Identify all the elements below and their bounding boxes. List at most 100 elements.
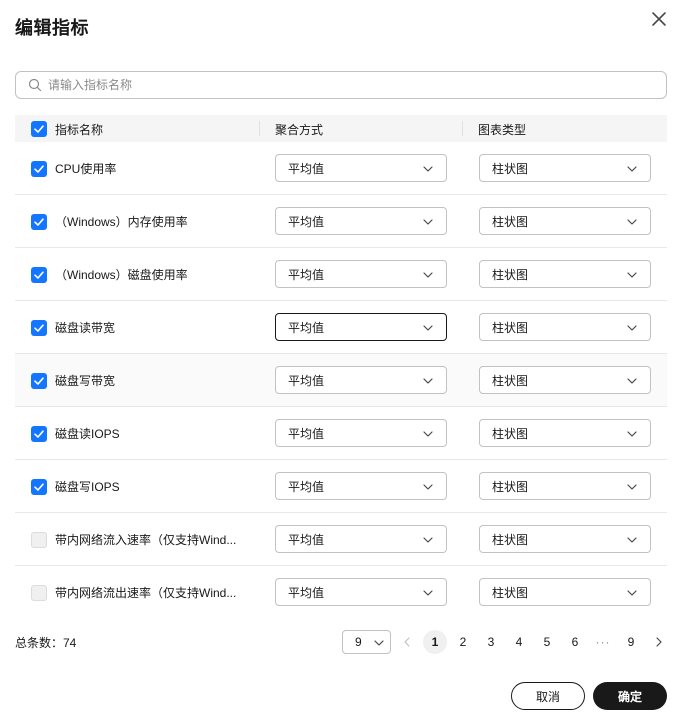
chevron-down-icon [626, 481, 638, 493]
chevron-down-icon [626, 163, 638, 175]
page-number[interactable]: 6 [563, 630, 587, 654]
page-size-select[interactable]: 9 [342, 630, 391, 654]
chevron-down-icon [422, 163, 434, 175]
chart-type-value: 柱状图 [492, 267, 529, 282]
page-number[interactable]: 4 [507, 630, 531, 654]
chart-type-select[interactable]: 柱状图 [479, 472, 651, 500]
row-checkbox[interactable] [31, 585, 47, 601]
chart-type-value: 柱状图 [492, 585, 529, 600]
aggregation-value: 平均值 [288, 373, 325, 388]
row-checkbox[interactable] [31, 426, 47, 442]
close-icon[interactable] [648, 8, 670, 30]
aggregation-value: 平均值 [288, 161, 325, 176]
aggregation-value: 平均值 [288, 585, 325, 600]
chart-type-value: 柱状图 [492, 532, 529, 547]
metric-name: 磁盘读IOPS [55, 427, 120, 441]
page-number[interactable]: 2 [451, 630, 475, 654]
metric-name: 磁盘读带宽 [55, 321, 116, 335]
chart-type-select[interactable]: 柱状图 [479, 154, 651, 182]
chart-type-select[interactable]: 柱状图 [479, 419, 651, 447]
row-checkbox[interactable] [31, 373, 47, 389]
aggregation-select[interactable]: 平均值 [275, 578, 447, 606]
table-body: CPU使用率 平均值 柱状图 （Windows）内存使用率 平均值 柱状图 （Windows… [15, 142, 667, 619]
metric-name: （Windows）内存使用率 [55, 215, 188, 229]
search-box[interactable] [15, 71, 667, 99]
chevron-down-icon [626, 322, 638, 334]
chevron-down-icon [626, 587, 638, 599]
chevron-down-icon [422, 587, 434, 599]
chevron-down-icon [422, 269, 434, 281]
page-size-value: 9 [355, 635, 362, 649]
chevron-down-icon [626, 216, 638, 228]
chart-type-value: 柱状图 [492, 214, 529, 229]
aggregation-select[interactable]: 平均值 [275, 525, 447, 553]
next-page-button[interactable] [647, 630, 671, 654]
aggregation-value: 平均值 [288, 479, 325, 494]
column-header-aggregation: 聚合方式 [275, 123, 324, 137]
page-number[interactable]: 9 [619, 630, 643, 654]
metrics-table: 指标名称 聚合方式 图表类型 CPU使用率 平均值 柱状图 （Windows）内存使用… [15, 115, 667, 619]
chart-type-value: 柱状图 [492, 479, 529, 494]
chart-type-value: 柱状图 [492, 426, 529, 441]
prev-page-button[interactable] [395, 630, 419, 654]
metric-name: （Windows）磁盘使用率 [55, 268, 188, 282]
table-row: 磁盘读带宽 平均值 柱状图 [15, 301, 667, 354]
page-number[interactable]: 5 [535, 630, 559, 654]
table-row: 带内网络流出速率（仅支持Wind... 平均值 柱状图 [15, 566, 667, 619]
aggregation-value: 平均值 [288, 320, 325, 335]
column-divider[interactable] [462, 121, 463, 136]
row-checkbox[interactable] [31, 479, 47, 495]
table-row: 带内网络流入速率（仅支持Wind... 平均值 柱状图 [15, 513, 667, 566]
chart-type-value: 柱状图 [492, 373, 529, 388]
chevron-down-icon [422, 322, 434, 334]
metric-name: 带内网络流出速率（仅支持Wind... [55, 586, 237, 600]
search-input[interactable] [48, 78, 628, 92]
row-checkbox[interactable] [31, 532, 47, 548]
chart-type-select[interactable]: 柱状图 [479, 578, 651, 606]
chevron-right-icon [656, 637, 662, 647]
row-checkbox[interactable] [31, 161, 47, 177]
row-checkbox[interactable] [31, 267, 47, 283]
pagination: 9 1 2 3 4 5 6 ··· 9 [342, 630, 672, 654]
chevron-down-icon [626, 428, 638, 440]
chart-type-select[interactable]: 柱状图 [479, 525, 651, 553]
chevron-down-icon [626, 269, 638, 281]
aggregation-select[interactable]: 平均值 [275, 313, 447, 341]
table-row: （Windows）内存使用率 平均值 柱状图 [15, 195, 667, 248]
aggregation-select[interactable]: 平均值 [275, 154, 447, 182]
page-ellipsis[interactable]: ··· [591, 630, 615, 654]
chevron-down-icon [626, 534, 638, 546]
aggregation-select[interactable]: 平均值 [275, 207, 447, 235]
column-header-name: 指标名称 [55, 123, 104, 137]
aggregation-select[interactable]: 平均值 [275, 260, 447, 288]
metric-name: 磁盘写带宽 [55, 374, 116, 388]
metric-name: CPU使用率 [55, 162, 117, 176]
aggregation-select[interactable]: 平均值 [275, 472, 447, 500]
row-checkbox[interactable] [31, 214, 47, 230]
page-number[interactable]: 3 [479, 630, 503, 654]
chart-type-value: 柱状图 [492, 161, 529, 176]
aggregation-select[interactable]: 平均值 [275, 419, 447, 447]
table-row: CPU使用率 平均值 柱状图 [15, 142, 667, 195]
aggregation-value: 平均值 [288, 267, 325, 282]
column-divider[interactable] [259, 121, 260, 136]
cancel-button[interactable]: 取消 [511, 682, 585, 710]
select-all-checkbox[interactable] [31, 121, 47, 137]
chevron-down-icon [422, 428, 434, 440]
table-header: 指标名称 聚合方式 图表类型 [15, 115, 667, 142]
page-number[interactable]: 1 [423, 630, 447, 654]
chevron-down-icon [373, 637, 385, 649]
chart-type-select[interactable]: 柱状图 [479, 260, 651, 288]
chart-type-select[interactable]: 柱状图 [479, 313, 651, 341]
metric-name: 带内网络流入速率（仅支持Wind... [55, 533, 237, 547]
chart-type-select[interactable]: 柱状图 [479, 207, 651, 235]
confirm-button[interactable]: 确定 [593, 682, 667, 710]
chevron-down-icon [422, 375, 434, 387]
chevron-down-icon [626, 375, 638, 387]
aggregation-select[interactable]: 平均值 [275, 366, 447, 394]
search-icon [28, 78, 42, 92]
metric-name: 磁盘写IOPS [55, 480, 120, 494]
row-checkbox[interactable] [31, 320, 47, 336]
chart-type-select[interactable]: 柱状图 [479, 366, 651, 394]
chevron-left-icon [404, 637, 410, 647]
